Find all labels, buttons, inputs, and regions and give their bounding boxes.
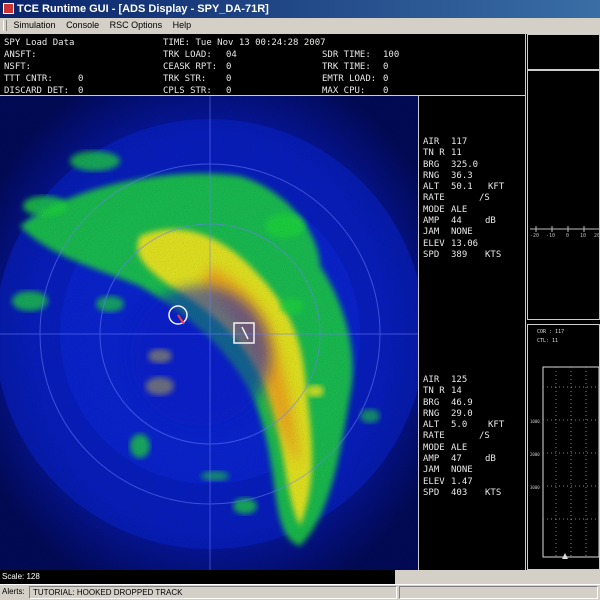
- window-title: TCE Runtime GUI - [ADS Display - SPY_DA-…: [17, 3, 269, 15]
- track1-elev: ELEV 13.06: [423, 238, 479, 249]
- emtr-load-label: EMTR LOAD:: [322, 74, 377, 84]
- track1-alt: ALT 50.1 KFT: [423, 182, 505, 193]
- radar-scope: [0, 96, 418, 570]
- track1-rate: RATE/S: [423, 193, 490, 204]
- right-plot-pane: -20 -10 0 10 20 COR : 117 CTL: 11 1000 2…: [527, 34, 600, 570]
- max-cpu-label: MAX CPU:: [322, 86, 366, 96]
- right-top-box: [527, 34, 600, 70]
- spectrum-axis: [530, 226, 599, 232]
- menu-bar: Simulation Console RSC Options Help: [0, 18, 600, 33]
- track2-spd: SPD 403 KTS: [423, 487, 502, 498]
- menu-help[interactable]: Help: [169, 18, 196, 33]
- app-icon: [3, 3, 14, 14]
- track1-mode: MODE ALE: [423, 204, 468, 215]
- spectrum-plot[interactable]: -20 -10 0 10 20: [527, 70, 600, 320]
- console-screen: SPY Load Data ANSFT: NSFT: TTT CNTR: 0 D…: [0, 34, 600, 570]
- track1-amp: AMP 44 dB: [423, 216, 496, 227]
- spectrum-tick-label: 0: [566, 233, 570, 239]
- track1-rng: RNG 36.3: [423, 170, 473, 181]
- track-readout-2[interactable]: AIR 125 TN R 14 BRG 46.9 RNG 29.0 ALT 5.0 KFT …: [421, 375, 525, 499]
- y-tick-label: 3000: [530, 485, 540, 490]
- window-title-bar[interactable]: TCE Runtime GUI - [ADS Display - SPY_DA-…: [0, 0, 600, 18]
- sdr-time-value: 100: [383, 50, 400, 60]
- time-readout: TIME: Tue Nov 13 00:24:28 2007: [163, 38, 326, 48]
- track1-tn: TN R 11: [423, 148, 462, 159]
- status-header: SPY Load Data ANSFT: NSFT: TTT CNTR: 0 D…: [0, 34, 526, 96]
- spectrum-tick-label: 20: [594, 233, 600, 239]
- track2-elev: ELEV 1.47: [423, 476, 473, 487]
- spy-load-data-label: SPY Load Data: [4, 38, 75, 48]
- ansft-label: ANSFT:: [4, 50, 37, 60]
- y-tick-label: 2000: [530, 452, 540, 457]
- discard-det-value: 0: [78, 86, 84, 96]
- track2-brg: BRG 46.9: [423, 397, 473, 408]
- trk-load-label: TRK LOAD:: [163, 50, 212, 60]
- track1-air: AIR 117: [423, 137, 468, 147]
- track1-spd: SPD 389 KTS: [423, 249, 502, 260]
- discard-det-label: DISCARD DET:: [4, 86, 70, 96]
- track2-rate: RATE/S: [423, 431, 490, 442]
- menu-grip-handle: [3, 20, 7, 32]
- menu-simulation[interactable]: Simulation: [10, 18, 60, 33]
- menu-console[interactable]: Console: [62, 18, 103, 33]
- sdr-time-label: SDR TIME:: [322, 50, 371, 60]
- track1-brg: BRG 325.0: [423, 159, 479, 170]
- ceask-rpt-label: CEASK RPT:: [163, 62, 218, 72]
- track2-air: AIR 125: [423, 375, 468, 385]
- trk-str-value: 0: [226, 74, 232, 84]
- track2-jam: JAM NONE: [423, 465, 473, 476]
- trk-time-label: TRK TIME:: [322, 62, 371, 72]
- scale-readout: Scale: 128: [0, 570, 395, 584]
- emtr-load-value: 0: [383, 74, 389, 84]
- track-data-panel: AIR 117 TN R 11 BRG 325.0 RNG 36.3 ALT 50.1 KF…: [420, 96, 526, 570]
- alerts-bar: Alerts: TUTORIAL: HOOKED DROPPED TRACK: [0, 584, 600, 600]
- ttt-cntr-label: TTT CNTR:: [4, 74, 53, 84]
- trk-time-value: 0: [383, 62, 389, 72]
- spectrum-tick-label: -10: [546, 233, 556, 239]
- ttt-cntr-value: 0: [78, 74, 84, 84]
- nsft-label: NSFT:: [4, 62, 32, 72]
- range-profile-graph: [542, 366, 599, 559]
- trk-load-value: 04: [226, 50, 237, 60]
- spectrum-tick-label: 10: [580, 233, 587, 239]
- range-profile-plot[interactable]: COR : 117 CTL: 11 1000 2000 3000: [527, 324, 600, 570]
- track2-alt: ALT 5.0 KFT: [423, 420, 505, 431]
- cpls-str-label: CPLS STR:: [163, 86, 212, 96]
- cpls-str-value: 0: [226, 86, 232, 96]
- max-cpu-value: 0: [383, 86, 389, 96]
- track2-amp: AMP 47 dB: [423, 454, 496, 465]
- track1-jam: JAM NONE: [423, 227, 473, 238]
- spectrum-tick-label: -20: [530, 233, 540, 239]
- radar-ppi-display[interactable]: [0, 96, 419, 570]
- track-readout-1[interactable]: AIR 117 TN R 11 BRG 325.0 RNG 36.3 ALT 50.1 KF…: [421, 137, 525, 261]
- y-tick-label: 1000: [530, 419, 540, 424]
- menu-rsc-options[interactable]: RSC Options: [106, 18, 167, 33]
- track2-tn: TN R 14: [423, 386, 462, 397]
- track2-rng: RNG 29.0: [423, 408, 473, 419]
- alerts-secondary-field: [399, 586, 598, 599]
- track2-mode: MODE ALE: [423, 442, 468, 453]
- scale-bar-filler: [395, 570, 600, 584]
- ceask-rpt-value: 0: [226, 62, 232, 72]
- trk-str-label: TRK STR:: [163, 74, 207, 84]
- alerts-message-field[interactable]: TUTORIAL: HOOKED DROPPED TRACK: [29, 586, 397, 599]
- alerts-label: Alerts:: [2, 587, 25, 596]
